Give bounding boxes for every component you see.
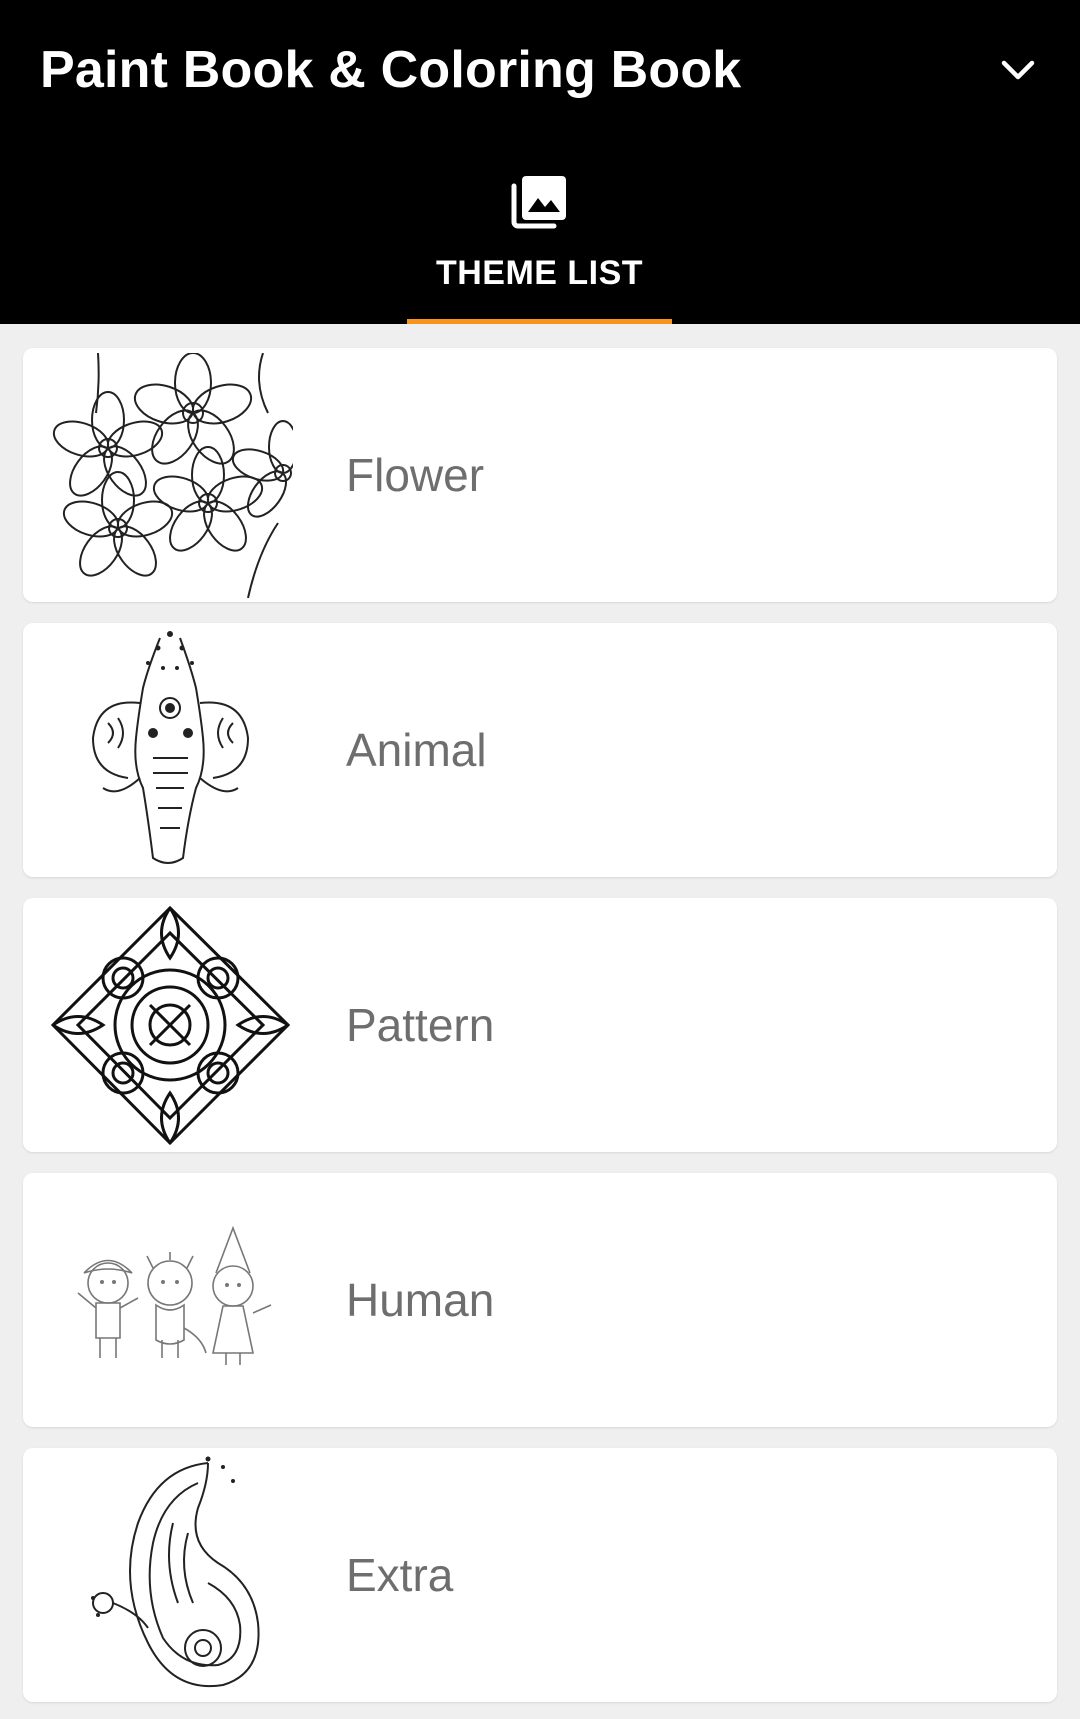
- mandala-thumbnail: [48, 903, 293, 1148]
- theme-list: Flower Animal Pattern Human Extra: [0, 324, 1080, 1719]
- paisley-thumbnail: [48, 1453, 293, 1698]
- kids-thumbnail: [48, 1178, 293, 1423]
- theme-card-extra[interactable]: Extra: [23, 1448, 1057, 1702]
- app-title: Paint Book & Coloring Book: [40, 41, 742, 99]
- theme-card-human[interactable]: Human: [23, 1173, 1057, 1427]
- theme-label: Human: [346, 1274, 495, 1326]
- tab-label: THEME LIST: [435, 254, 644, 292]
- theme-label: Flower: [346, 449, 485, 501]
- app-bar: Paint Book & Coloring Book THEME LIST: [0, 0, 1080, 324]
- elephant-thumbnail: [48, 628, 293, 873]
- photo-library-icon: [510, 170, 570, 230]
- theme-card-animal[interactable]: Animal: [23, 623, 1057, 877]
- flower-thumbnail: [48, 353, 293, 598]
- tab-theme-list[interactable]: THEME LIST: [407, 150, 672, 324]
- theme-card-flower[interactable]: Flower: [23, 348, 1057, 602]
- theme-label: Extra: [346, 1549, 454, 1601]
- chevron-down-icon: [1001, 60, 1035, 80]
- theme-card-pattern[interactable]: Pattern: [23, 898, 1057, 1152]
- theme-label: Pattern: [346, 999, 495, 1051]
- theme-label: Animal: [346, 724, 487, 776]
- dropdown-button[interactable]: [990, 42, 1046, 98]
